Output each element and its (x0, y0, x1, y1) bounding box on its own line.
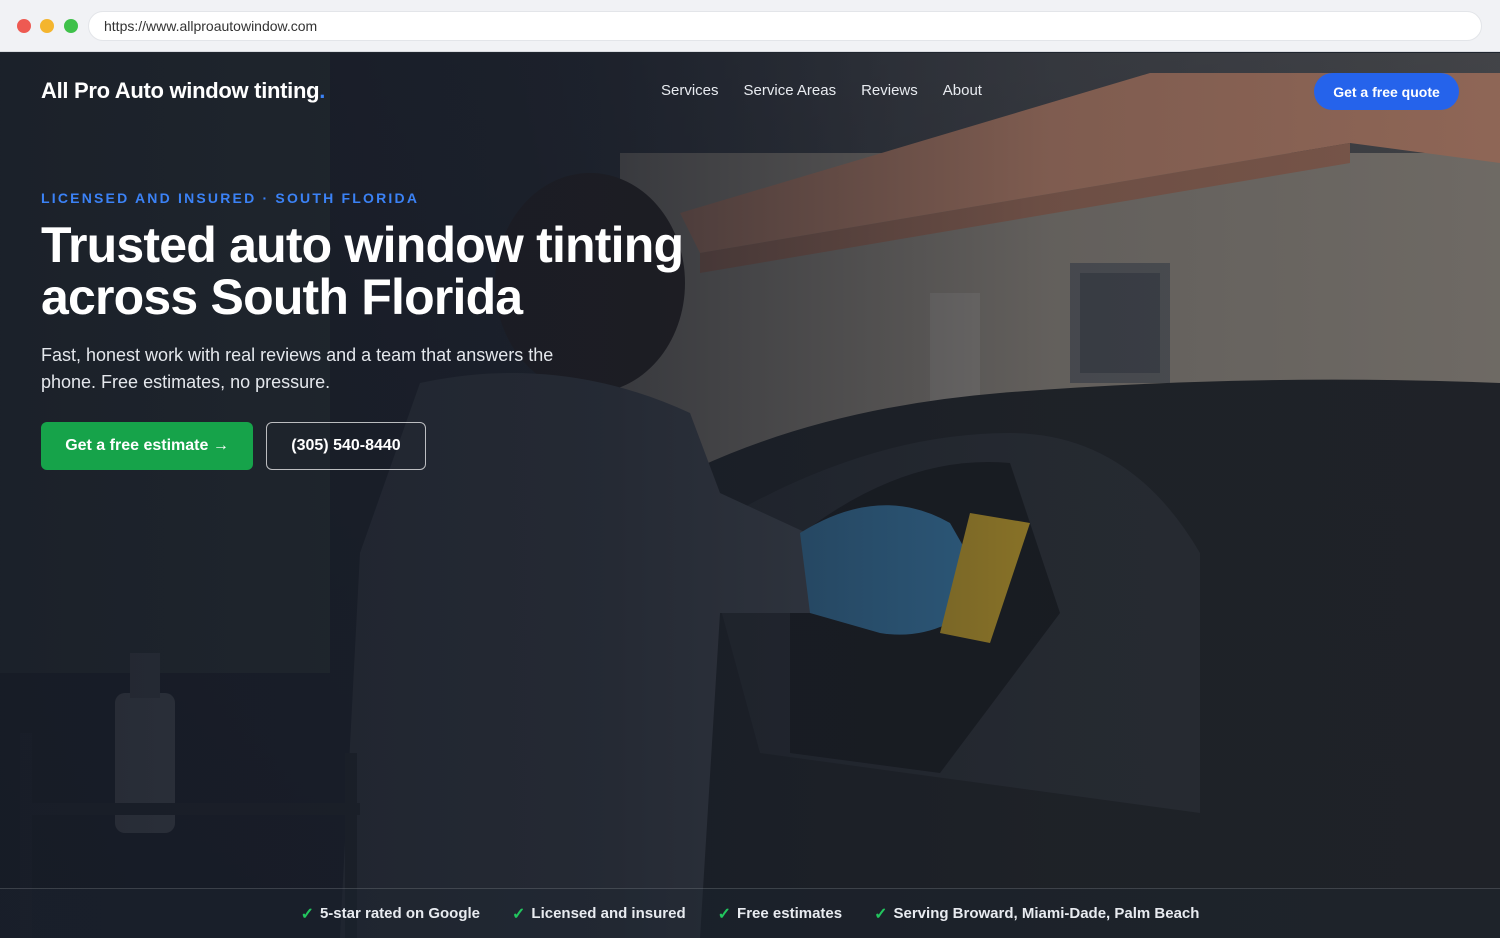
phone-call-button[interactable]: (305) 540-8440 (266, 422, 426, 470)
get-quote-button[interactable]: Get a free quote (1314, 73, 1459, 110)
address-bar[interactable]: https://www.allproautowindow.com (88, 11, 1482, 41)
logo-dot: . (319, 78, 326, 103)
window-close-icon[interactable] (17, 19, 31, 33)
trust-bar: ✓ 5-star rated on Google ✓ Licensed and in… (0, 888, 1500, 938)
check-icon: ✓ (300, 905, 314, 923)
check-icon: ✓ (512, 905, 526, 923)
trust-item-label: Licensed and insured (531, 905, 686, 922)
trust-item: ✓ 5-star rated on Google (301, 904, 480, 924)
nav-link-service-areas[interactable]: Service Areas (744, 82, 837, 99)
get-free-estimate-button[interactable]: Get a free estimate → (41, 422, 253, 470)
headline-line-2: across South Florida (41, 269, 523, 325)
nav-link-reviews[interactable]: Reviews (861, 82, 918, 99)
trust-item-label: Free estimates (737, 905, 843, 922)
trust-item-label: Serving Broward, Miami-Dade, Palm Beach (893, 905, 1200, 922)
check-icon: ✓ (874, 905, 888, 923)
trust-item: ✓ Licensed and insured (512, 904, 686, 924)
site-header: All Pro Auto window tinting. Services Se… (0, 53, 1500, 131)
window-maximize-icon[interactable] (64, 19, 78, 33)
nav-link-services[interactable]: Services (661, 82, 719, 99)
headline-line-1: Trusted auto window tinting (41, 217, 684, 273)
hero-subtext: Fast, honest work with real reviews and … (41, 345, 554, 392)
trust-item: ✓ Free estimates (718, 904, 842, 924)
hero-headline: Trusted auto window tinting across South… (41, 219, 741, 323)
url-text: https://www.allproautowindow.com (104, 18, 318, 34)
hero-overlay (0, 53, 1500, 938)
browser-chrome: https://www.allproautowindow.com (0, 0, 1500, 52)
trust-item: ✓ Serving Broward, Miami-Dade, Palm Beach (874, 904, 1199, 924)
site-logo[interactable]: All Pro Auto window tinting. (41, 78, 325, 104)
trust-item-label: 5-star rated on Google (319, 905, 480, 922)
nav-link-about[interactable]: About (943, 82, 982, 99)
hero-section: All Pro Auto window tinting. Services Se… (0, 53, 1500, 938)
main-nav: Services Service Areas Reviews About (661, 82, 982, 99)
window-minimize-icon[interactable] (40, 19, 54, 33)
logo-text: All Pro Auto window tinting (41, 78, 320, 103)
check-icon: ✓ (717, 905, 732, 923)
hero-eyebrow: LICENSED AND INSURED · SOUTH FLORIDA (41, 190, 420, 206)
